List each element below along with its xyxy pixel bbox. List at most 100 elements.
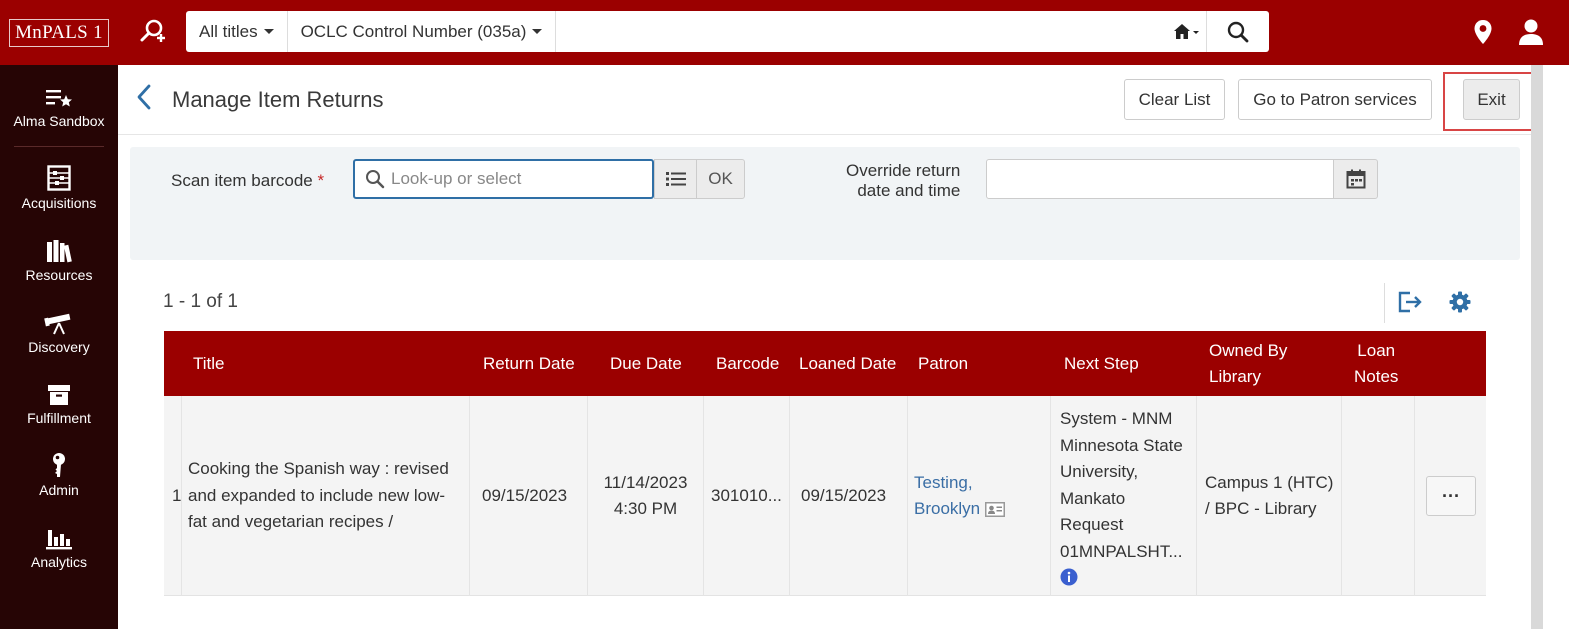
scrollbar[interactable] [1531, 65, 1569, 629]
location-button[interactable] [1465, 14, 1501, 50]
sidebar-item-label: Admin [39, 482, 79, 498]
barcode-list-button[interactable] [654, 159, 697, 199]
search-icon [366, 170, 385, 189]
user-menu-button[interactable] [1513, 14, 1549, 50]
sidebar-item-fulfillment[interactable]: Fulfillment [0, 380, 118, 426]
owned-by-header-line-1: Owned By [1209, 340, 1288, 360]
loan-notes-header-line-1: Loan [1357, 340, 1396, 360]
location-pin-icon [1474, 20, 1492, 44]
item-title-line-3: fat and vegetarian recipes / [188, 512, 394, 532]
scan-barcode-label-text: Scan item barcode [171, 171, 313, 190]
column-divider [703, 396, 704, 596]
main-content: Manage Item Returns Clear List Go to Pat… [118, 65, 1533, 629]
patron-link[interactable]: Brooklyn [914, 496, 980, 523]
advanced-search-button[interactable] [130, 14, 174, 50]
sidebar-item-acquisitions[interactable]: Acquisitions [0, 165, 118, 211]
patron-link[interactable]: Testing, [914, 470, 973, 497]
sidebar-item-discovery[interactable]: Discovery [0, 309, 118, 355]
search-input[interactable] [556, 11, 1167, 52]
abacus-icon [47, 165, 71, 191]
return-form-panel: Scan item barcode * OK Override return d [130, 147, 1520, 260]
scan-barcode-label: Scan item barcode * [171, 171, 324, 191]
table-settings-button[interactable] [1447, 289, 1473, 315]
column-header-patron[interactable]: Patron [918, 331, 968, 396]
toolbar-divider [1384, 283, 1385, 323]
next-step-line: Request [1060, 515, 1124, 534]
advanced-search-icon [140, 19, 165, 42]
sidebar-item-analytics[interactable]: Analytics [0, 524, 118, 570]
next-step-cell: System - MNM Minnesota State University,… [1060, 396, 1183, 596]
loan-notes-header-line-2: Notes [1354, 366, 1399, 386]
sidebar-divider [14, 146, 104, 147]
owned-by-line-2: / BPC - Library [1205, 499, 1317, 518]
scrollbar-thumb[interactable] [1531, 65, 1543, 629]
row-index: 1 [172, 485, 182, 505]
sidebar-item-label: Resources [25, 267, 93, 283]
override-date-input[interactable] [986, 159, 1335, 199]
bar-chart-icon [46, 530, 72, 550]
column-divider [907, 396, 908, 596]
export-button[interactable] [1397, 289, 1423, 315]
logo[interactable]: MnPALS 1 [0, 0, 118, 65]
page-header: Manage Item Returns Clear List Go to Pat… [118, 65, 1533, 135]
column-divider [1196, 396, 1197, 596]
top-bar: MnPALS 1 All titles OCLC Control Number … [0, 0, 1569, 65]
sidebar-item-label: Discovery [28, 339, 90, 355]
search-field-dropdown[interactable]: OCLC Control Number (035a) [288, 11, 557, 52]
column-header-next-step[interactable]: Next Step [1064, 331, 1139, 396]
column-header-return-date[interactable]: Return Date [483, 331, 575, 396]
back-button[interactable] [134, 83, 154, 111]
patron-card-icon[interactable] [985, 501, 1006, 517]
item-title-line-1: Cooking the Spanish way : revised [188, 459, 449, 479]
sidebar: Alma Sandbox Acquisitions Resources Disc… [0, 65, 118, 629]
exit-highlight-box [1443, 72, 1533, 131]
due-time: 4:30 PM [613, 499, 678, 518]
item-title-line-2: and expanded to include new low- [188, 485, 446, 505]
required-marker: * [317, 171, 325, 190]
column-divider [789, 396, 790, 596]
next-step-line: University, [1060, 462, 1139, 481]
row-actions-button[interactable]: ··· [1426, 476, 1476, 516]
next-step-line: System - MNM [1060, 409, 1173, 428]
column-header-title[interactable]: Title [193, 331, 225, 396]
search-icon [1227, 21, 1249, 42]
column-divider [587, 396, 588, 596]
column-header-due-date[interactable]: Due Date [610, 331, 682, 396]
search-home-dropdown[interactable] [1167, 11, 1207, 52]
chevron-down-icon [263, 29, 274, 34]
chevron-down-icon [532, 29, 543, 34]
ok-button[interactable]: OK [696, 159, 745, 199]
results-count: 1 - 1 of 1 [163, 291, 238, 312]
patron-services-button[interactable]: Go to Patron services [1238, 79, 1432, 120]
sidebar-item-admin[interactable]: Admin [0, 452, 118, 498]
gear-icon [1449, 291, 1471, 313]
calendar-button[interactable] [1333, 159, 1378, 199]
info-icon[interactable] [1060, 568, 1078, 586]
column-header-owned-by[interactable]: Owned By Library [1209, 331, 1287, 396]
search-bar: All titles OCLC Control Number (035a) [186, 11, 1269, 52]
search-scope-dropdown[interactable]: All titles [186, 11, 288, 52]
scan-barcode-input[interactable] [385, 162, 652, 196]
user-icon [1519, 19, 1543, 45]
clear-list-button[interactable]: Clear List [1124, 79, 1225, 120]
sidebar-item-label: Acquisitions [21, 195, 97, 211]
scan-barcode-field [353, 159, 654, 199]
next-step-line: Minnesota State [1060, 435, 1183, 455]
column-header-loaned-date[interactable]: Loaned Date [799, 331, 896, 396]
table-header: Title Return Date Due Date Barcode Loane… [164, 331, 1486, 396]
sidebar-item-resources[interactable]: Resources [0, 237, 118, 283]
column-divider [1414, 396, 1415, 596]
column-header-loan-notes[interactable]: Loan Notes [1354, 331, 1398, 396]
search-submit-button[interactable] [1207, 11, 1269, 52]
list-star-icon [46, 90, 72, 107]
search-field-label: OCLC Control Number (035a) [300, 21, 527, 41]
patron-name-line: Brooklyn [914, 496, 1006, 523]
search-scope-label: All titles [199, 21, 258, 41]
column-header-barcode[interactable]: Barcode [716, 331, 779, 396]
chevron-left-icon [137, 84, 151, 110]
books-icon [47, 240, 72, 263]
page-title: Manage Item Returns [172, 87, 384, 112]
sidebar-item-alma-sandbox[interactable]: Alma Sandbox [0, 83, 118, 129]
sidebar-item-label: Alma Sandbox [13, 113, 105, 129]
home-icon [1173, 23, 1199, 39]
